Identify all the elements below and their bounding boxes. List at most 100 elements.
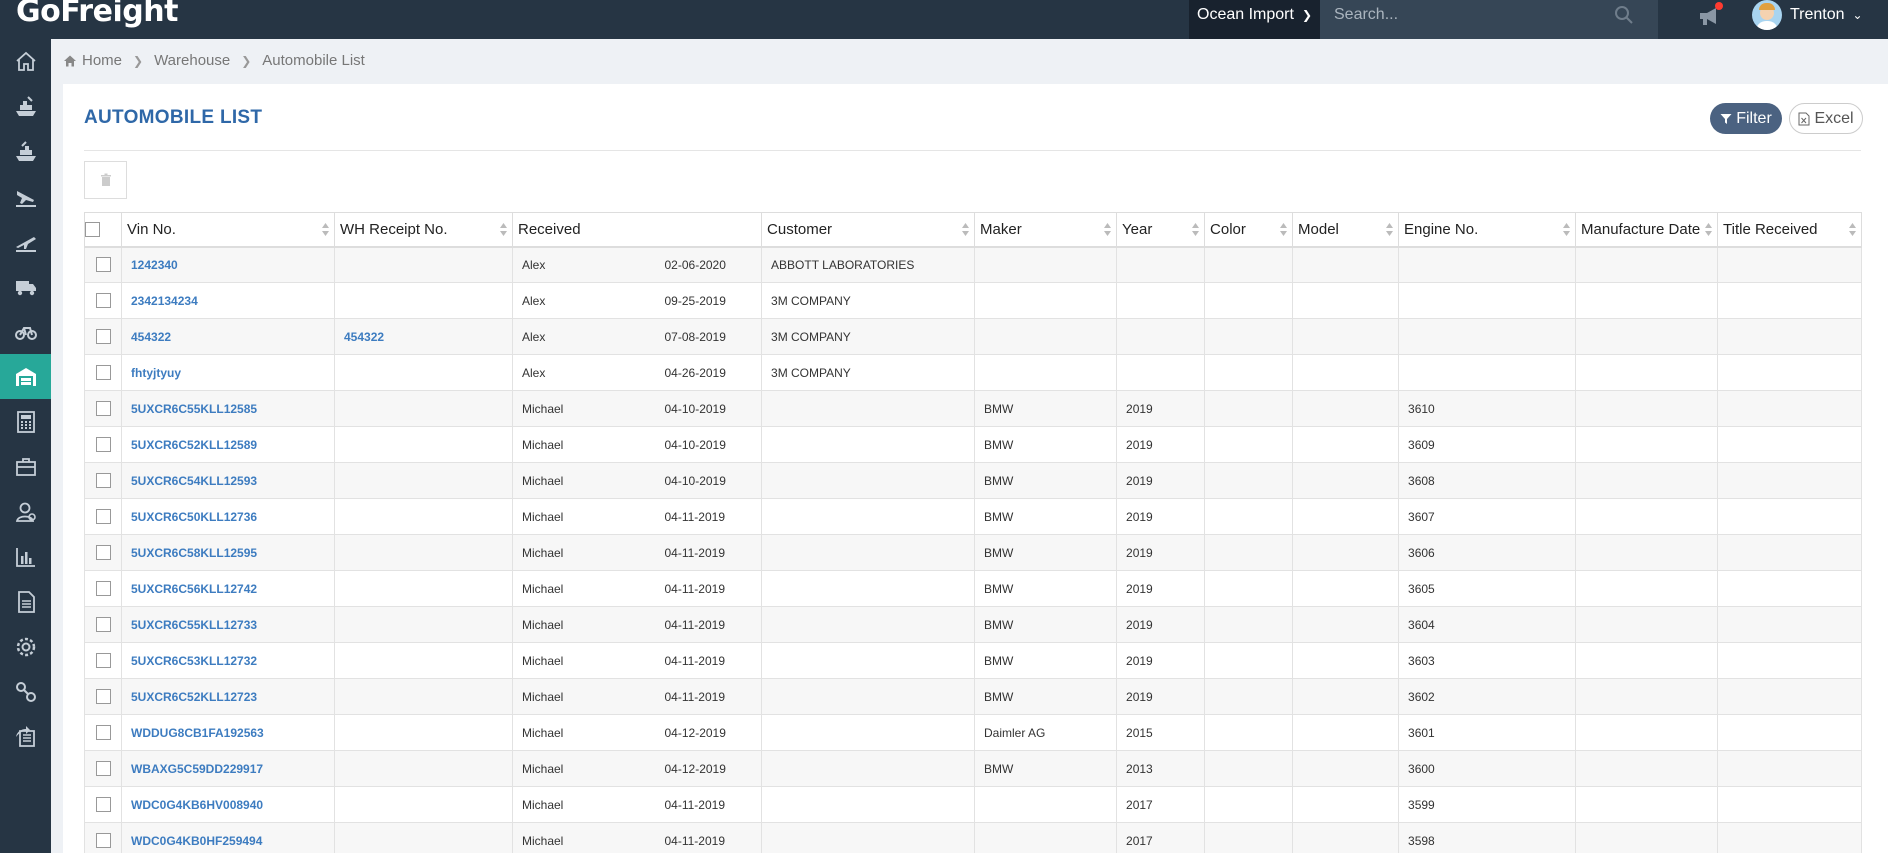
sidebar-item-business[interactable] [0, 444, 51, 489]
vin-link[interactable]: 5UXCR6C55KLL12585 [131, 402, 257, 416]
row-checkbox[interactable] [95, 293, 111, 309]
announcement-button[interactable] [1697, 2, 1723, 28]
table-row[interactable]: WBAXG5C59DD229917 Michael 04-12-2019 BMW 201… [84, 750, 1863, 787]
sidebar-item-home[interactable] [0, 39, 51, 84]
row-checkbox[interactable] [95, 437, 111, 453]
row-checkbox[interactable] [95, 689, 111, 705]
column-header-maker[interactable]: Maker [974, 212, 1118, 248]
table-row[interactable]: 5UXCR6C55KLL12733 Michael 04-11-2019 BMW 201… [84, 606, 1863, 643]
table-row[interactable]: 5UXCR6C52KLL12589 Michael 04-10-2019 BMW 201… [84, 426, 1863, 463]
excel-button[interactable]: Excel [1789, 103, 1863, 134]
column-header-year[interactable]: Year [1116, 212, 1206, 248]
table-row[interactable]: WDDUG8CB1FA192563 Michael 04-12-2019 Daimle… [84, 714, 1863, 751]
table-row[interactable]: WDC0G4KB6HV008940 Michael 04-11-2019 2017 35… [84, 786, 1863, 823]
column-header-model[interactable]: Model [1292, 212, 1400, 248]
row-checkbox[interactable] [95, 473, 111, 489]
column-header-color[interactable]: Color [1204, 212, 1294, 248]
sidebar-item-accounting[interactable] [0, 399, 51, 444]
table-row[interactable]: 5UXCR6C55KLL12585 Michael 04-10-2019 BMW 201… [84, 390, 1863, 427]
sidebar-item-reports[interactable] [0, 534, 51, 579]
sidebar-item-integrations[interactable] [0, 669, 51, 714]
cell-manufacture-date [1575, 354, 1719, 391]
row-checkbox[interactable] [95, 761, 111, 777]
sidebar-item-contacts[interactable] [0, 489, 51, 534]
table-row[interactable]: 5UXCR6C56KLL12742 Michael 04-11-2019 BMW 201… [84, 570, 1863, 607]
app-logo[interactable]: GoFreight [16, 0, 178, 29]
search-icon[interactable] [1614, 5, 1634, 25]
row-checkbox[interactable] [95, 257, 111, 273]
column-header-wh-receipt[interactable]: WH Receipt No. [334, 212, 513, 248]
search-input[interactable] [1320, 0, 1610, 30]
table-row[interactable]: 2342134234 Alex 09-25-2019 3M COMPANY [84, 282, 1863, 319]
filter-button[interactable]: Filter [1710, 103, 1782, 134]
sidebar-item-ocean-import[interactable] [0, 84, 51, 129]
user-menu[interactable]: Trenton ⌄ [1752, 0, 1863, 30]
select-all-checkbox[interactable] [85, 222, 100, 238]
cell-engine: 3600 [1398, 750, 1577, 787]
vin-link[interactable]: 5UXCR6C58KLL12595 [131, 546, 257, 560]
vin-link[interactable]: WBAXG5C59DD229917 [131, 762, 263, 776]
cell-title-received [1717, 498, 1863, 535]
breadcrumb-warehouse[interactable]: Warehouse [154, 52, 230, 69]
vin-link[interactable]: 5UXCR6C56KLL12742 [131, 582, 257, 596]
sidebar-item-air-export[interactable] [0, 219, 51, 264]
vin-link[interactable]: 5UXCR6C52KLL12723 [131, 690, 257, 704]
sidebar-item-misc[interactable] [0, 309, 51, 354]
cell-vin: 5UXCR6C52KLL12589 [121, 426, 335, 463]
row-checkbox[interactable] [95, 401, 111, 417]
table-row[interactable]: 5UXCR6C50KLL12736 Michael 04-11-2019 BMW 201… [84, 498, 1863, 535]
vin-link[interactable]: 1242340 [131, 258, 178, 272]
table-row[interactable]: 1242340 Alex 02-06-2020 ABBOTT LABORATORIES [84, 246, 1863, 283]
row-checkbox[interactable] [95, 617, 111, 633]
table-row[interactable]: 454322 454322 Alex 07-08-2019 3M COMPANY [84, 318, 1863, 355]
row-checkbox[interactable] [95, 653, 111, 669]
cell-vin: 1242340 [121, 246, 335, 283]
row-checkbox[interactable] [95, 365, 111, 381]
cell-received-date: 04-26-2019 [655, 354, 763, 391]
delete-button[interactable] [84, 161, 127, 199]
cell-manufacture-date [1575, 606, 1719, 643]
sidebar-item-warehouse[interactable] [0, 354, 51, 399]
column-header-manufacture-date[interactable]: Manufacture Date [1575, 212, 1719, 248]
row-checkbox[interactable] [95, 833, 111, 849]
column-header-customer[interactable]: Customer [761, 212, 976, 248]
sidebar-item-share[interactable] [0, 714, 51, 759]
table-row[interactable]: WDC0G4KB0HF259494 Michael 04-11-2019 2017 35… [84, 822, 1863, 853]
vin-link[interactable]: 5UXCR6C53KLL12732 [131, 654, 257, 668]
table-row[interactable]: 5UXCR6C52KLL12723 Michael 04-11-2019 BMW 201… [84, 678, 1863, 715]
column-header-title-received[interactable]: Title Received [1717, 212, 1863, 248]
row-checkbox[interactable] [95, 725, 111, 741]
cell-wh-receipt [334, 282, 513, 319]
vin-link[interactable]: WDC0G4KB0HF259494 [131, 834, 262, 848]
column-header-vin[interactable]: Vin No. [121, 212, 335, 248]
row-checkbox[interactable] [95, 329, 111, 345]
sidebar-item-settings[interactable] [0, 624, 51, 669]
vin-link[interactable]: 5UXCR6C50KLL12736 [131, 510, 257, 524]
row-checkbox[interactable] [95, 797, 111, 813]
vin-link[interactable]: WDC0G4KB6HV008940 [131, 798, 263, 812]
sidebar-item-air-import[interactable] [0, 174, 51, 219]
mode-dropdown[interactable]: Ocean Import ❯ [1189, 0, 1320, 39]
wh-receipt-link[interactable]: 454322 [344, 330, 384, 344]
vin-link[interactable]: 5UXCR6C54KLL12593 [131, 474, 257, 488]
table-row[interactable]: fhtyjtyuy Alex 04-26-2019 3M COMPANY [84, 354, 1863, 391]
row-checkbox[interactable] [95, 581, 111, 597]
vin-link[interactable]: 5UXCR6C52KLL12589 [131, 438, 257, 452]
row-checkbox[interactable] [95, 545, 111, 561]
vin-link[interactable]: 2342134234 [131, 294, 198, 308]
page-title: AUTOMOBILE LIST [84, 107, 263, 128]
vin-link[interactable]: 454322 [131, 330, 171, 344]
table-row[interactable]: 5UXCR6C58KLL12595 Michael 04-11-2019 BMW 201… [84, 534, 1863, 571]
breadcrumb-home[interactable]: Home [82, 52, 122, 69]
table-row[interactable]: 5UXCR6C53KLL12732 Michael 04-11-2019 BMW 201… [84, 642, 1863, 679]
vin-link[interactable]: WDDUG8CB1FA192563 [131, 726, 264, 740]
cell-year [1116, 246, 1206, 283]
table-row[interactable]: 5UXCR6C54KLL12593 Michael 04-10-2019 BMW 201… [84, 462, 1863, 499]
sidebar-item-documents[interactable] [0, 579, 51, 624]
vin-link[interactable]: fhtyjtyuy [131, 366, 181, 380]
sidebar-item-ocean-export[interactable] [0, 129, 51, 174]
column-header-engine[interactable]: Engine No. [1398, 212, 1577, 248]
row-checkbox[interactable] [95, 509, 111, 525]
sidebar-item-trucking[interactable] [0, 264, 51, 309]
vin-link[interactable]: 5UXCR6C55KLL12733 [131, 618, 257, 632]
